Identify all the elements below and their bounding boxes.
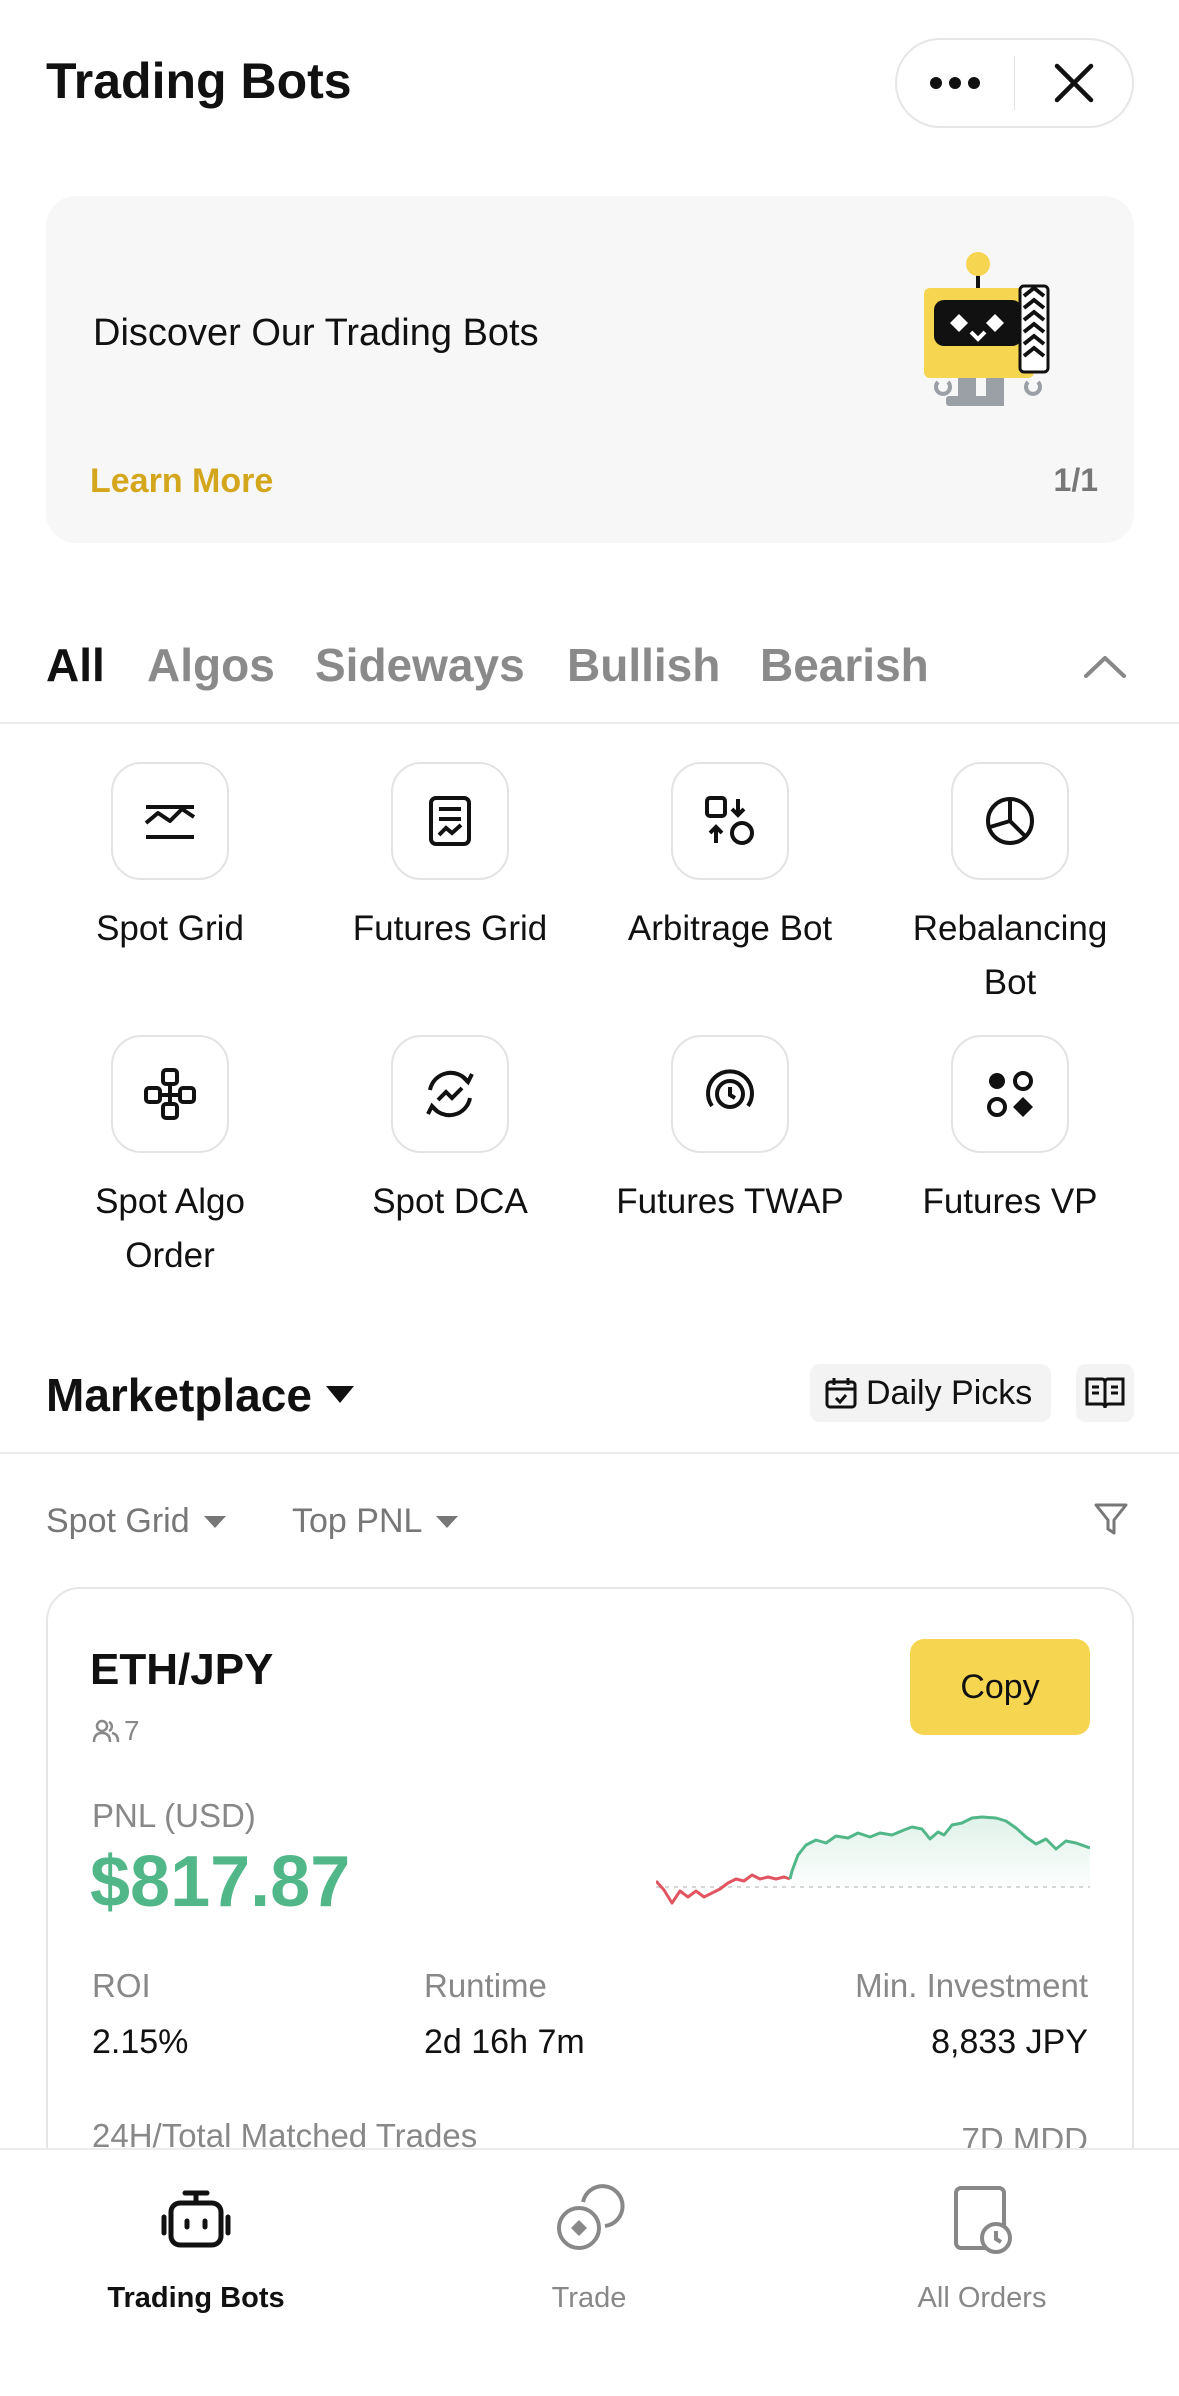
tab-bullish[interactable]: Bullish: [567, 638, 720, 692]
close-button[interactable]: [1015, 40, 1132, 126]
copy-button[interactable]: Copy: [910, 1639, 1090, 1735]
bot-label: Spot Grid: [96, 909, 244, 948]
bot-type-filter-label: Spot Grid: [46, 1502, 190, 1540]
bot-label: Futures Grid: [352, 909, 548, 948]
clock-target-icon: [706, 1069, 754, 1109]
more-icon: [930, 77, 981, 89]
runtime-value: 2d 16h 7m: [424, 2023, 585, 2061]
caret-down-icon[interactable]: [326, 1386, 354, 1403]
promo-banner[interactable]: Discover Our Trading Bots Learn More 1/1: [46, 196, 1134, 543]
copier-count: 7: [92, 1715, 140, 1747]
line-chart-icon: [144, 805, 196, 839]
tab-algos[interactable]: Algos: [147, 638, 275, 692]
runtime-label: Runtime: [424, 1967, 547, 2004]
bot-icon-box: [951, 1035, 1069, 1153]
caret-down-icon: [203, 1515, 226, 1528]
chevron-up-icon[interactable]: [1080, 646, 1130, 686]
bot-label: Spot DCA: [372, 1182, 528, 1221]
cycle-chart-icon: [426, 1070, 474, 1118]
filter-icon[interactable]: [1092, 1500, 1130, 1538]
calendar-icon: [825, 1378, 857, 1409]
bot-icon-box: [391, 1035, 509, 1153]
guide-button[interactable]: [1076, 1364, 1134, 1422]
pnl-sparkline: [656, 1815, 1090, 1905]
learn-more-link[interactable]: Learn More: [90, 462, 273, 501]
arbitrage-icon: [705, 796, 754, 845]
document-chart-icon: [429, 796, 471, 846]
sort-filter-label: Top PNL: [292, 1502, 423, 1540]
banner-page-indicator: 1/1: [1053, 462, 1098, 498]
daily-picks-button[interactable]: Daily Picks: [810, 1364, 1051, 1422]
bot-icon-box: [111, 1035, 229, 1153]
users-icon: [92, 1719, 120, 1743]
bottom-nav: Trading Bots Trade All Orders: [0, 2148, 1179, 2396]
bot-icon-box: [391, 762, 509, 880]
bot-label: Arbitrage Bot: [627, 909, 833, 948]
bot-rebalancing[interactable]: Rebalancing Bot: [870, 762, 1150, 1010]
trading-pair: ETH/JPY: [90, 1645, 274, 1694]
dots-diamond-icon: [987, 1071, 1033, 1117]
bot-label: Rebalancing Bot: [912, 909, 1108, 1002]
nodes-icon: [144, 1068, 196, 1120]
pnl-label: PNL (USD): [92, 1797, 256, 1834]
sort-filter[interactable]: Top PNL: [292, 1502, 459, 1541]
bot-futures-twap[interactable]: Futures TWAP: [590, 1035, 870, 1229]
bot-futures-vp[interactable]: Futures VP: [870, 1035, 1150, 1229]
orders-icon: [954, 2186, 1012, 2254]
robot-illustration-icon: [924, 252, 1050, 406]
nav-trading-bots[interactable]: Trading Bots: [66, 2170, 326, 2315]
roi-label: ROI: [92, 1967, 151, 2004]
bot-spot-dca[interactable]: Spot DCA: [310, 1035, 590, 1229]
bot-spot-algo-order[interactable]: Spot Algo Order: [30, 1035, 310, 1283]
min-investment-value: 8,833 JPY: [931, 2023, 1088, 2061]
header-actions: [895, 38, 1134, 128]
daily-picks-label: Daily Picks: [866, 1373, 1033, 1412]
nav-icon-wrap: [852, 2170, 1112, 2270]
bot-futures-grid[interactable]: Futures Grid: [310, 762, 590, 956]
bot-spot-grid[interactable]: Spot Grid: [30, 762, 310, 956]
divider: [0, 722, 1179, 724]
bot-icon-box: [951, 762, 1069, 880]
pie-chart-icon: [986, 797, 1034, 845]
nav-trade[interactable]: Trade: [459, 2170, 719, 2315]
copier-count-value: 7: [124, 1715, 140, 1746]
nav-icon-wrap: [459, 2170, 719, 2270]
bot-label: Futures TWAP: [616, 1182, 844, 1221]
min-investment-label: Min. Investment: [855, 1967, 1088, 2004]
bot-icon-box: [111, 762, 229, 880]
tab-all[interactable]: All: [46, 638, 105, 692]
bot-icon-box: [671, 1035, 789, 1153]
book-icon: [1085, 1377, 1125, 1409]
more-button[interactable]: [897, 40, 1014, 126]
tab-bearish[interactable]: Bearish: [760, 638, 929, 692]
nav-label: All Orders: [917, 2282, 1047, 2314]
close-icon: [1054, 63, 1093, 103]
caret-down-icon: [436, 1515, 459, 1528]
nav-all-orders[interactable]: All Orders: [852, 2170, 1112, 2315]
bot-label: Spot Algo Order: [95, 1182, 245, 1275]
roi-value: 2.15%: [92, 2023, 189, 2061]
banner-title: Discover Our Trading Bots: [93, 312, 539, 354]
pnl-value: $817.87: [90, 1842, 351, 1922]
bot-label: Futures VP: [922, 1182, 1098, 1221]
page-title: Trading Bots: [46, 53, 352, 109]
bot-arbitrage[interactable]: Arbitrage Bot: [590, 762, 870, 956]
nav-label: Trading Bots: [107, 2282, 285, 2314]
nav-icon-wrap: [66, 2170, 326, 2270]
marketplace-title[interactable]: Marketplace: [46, 1368, 312, 1422]
bot-icon-box: [671, 762, 789, 880]
tab-sideways[interactable]: Sideways: [315, 638, 525, 692]
trade-icon: [557, 2184, 625, 2250]
header: Trading Bots: [0, 0, 1179, 170]
robot-icon: [161, 2190, 231, 2248]
bot-type-filter[interactable]: Spot Grid: [46, 1502, 226, 1541]
nav-label: Trade: [551, 2282, 627, 2314]
divider: [0, 1452, 1179, 1454]
